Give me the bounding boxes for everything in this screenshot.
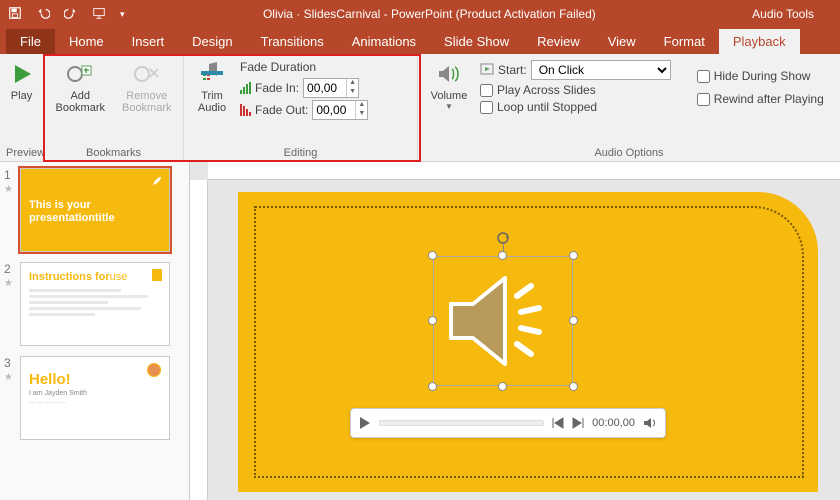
volume-label: Volume [431, 90, 468, 102]
spinner-down-icon[interactable]: ▼ [355, 110, 367, 119]
slide-thumbnails-pane: 1 ★ This is yourpresentationtitle 2 ★ Inst… [0, 162, 190, 500]
group-editing-label: Editing [190, 145, 411, 159]
tab-slideshow[interactable]: Slide Show [430, 29, 523, 54]
contextual-tab-label: Audio Tools [732, 7, 834, 21]
animation-star-icon: ★ [4, 184, 16, 195]
slide-thumbnail-2[interactable]: Instructions foruse [20, 262, 170, 346]
group-audio-options-label: Audio Options [424, 145, 834, 159]
trim-audio-label: Trim Audio [198, 90, 226, 114]
start-slideshow-icon[interactable] [90, 4, 108, 25]
player-next-button[interactable] [572, 417, 584, 429]
animation-star-icon: ★ [4, 372, 16, 383]
tab-playback[interactable]: Playback [719, 29, 800, 54]
add-bookmark-button[interactable]: Add Bookmark [50, 58, 111, 116]
spinner-up-icon[interactable]: ▲ [346, 79, 358, 88]
slide-thumbnail-3[interactable]: Hello! I am Jayden Smith — — — — — [20, 356, 170, 440]
player-prev-button[interactable] [552, 417, 564, 429]
document-icon [149, 267, 165, 283]
player-volume-icon[interactable] [643, 417, 657, 429]
tab-transitions[interactable]: Transitions [247, 29, 338, 54]
rotate-handle-icon[interactable] [497, 232, 509, 244]
fade-duration-label: Fade Duration [240, 60, 368, 74]
tab-home[interactable]: Home [55, 29, 118, 54]
tab-design[interactable]: Design [178, 29, 246, 54]
quick-access-toolbar: ▾ [6, 4, 127, 25]
thumb-number: 1 [4, 168, 16, 182]
fade-in-value[interactable] [304, 81, 346, 95]
fade-out-label: Fade Out: [255, 103, 308, 117]
trim-audio-icon [199, 62, 225, 86]
qat-dropdown-icon[interactable]: ▾ [118, 7, 127, 22]
title-bar: ▾ Olivia · SlidesCarnival - PowerPoint (… [0, 0, 840, 28]
slide-canvas[interactable]: 00:00,00 [190, 162, 840, 500]
workarea: 1 ★ This is yourpresentationtitle 2 ★ Inst… [0, 162, 840, 500]
play-icon [11, 63, 33, 85]
hide-during-show-checkbox[interactable]: Hide During Show [697, 69, 824, 83]
start-select[interactable]: On Click [531, 60, 671, 80]
fade-out-icon [240, 104, 251, 116]
fade-out-value[interactable] [313, 103, 355, 117]
ribbon: Play Preview Add Bookmark Remove Bookmar… [0, 54, 840, 162]
window-title: Olivia · SlidesCarnival - PowerPoint (Pr… [127, 7, 733, 21]
player-time: 00:00,00 [592, 417, 635, 429]
audio-player-bar: 00:00,00 [350, 408, 666, 438]
resize-handle[interactable] [569, 251, 578, 260]
current-slide[interactable]: 00:00,00 [238, 192, 818, 492]
tab-file[interactable]: File [6, 29, 55, 54]
resize-handle[interactable] [498, 382, 507, 391]
resize-handle[interactable] [428, 251, 437, 260]
player-play-button[interactable] [359, 416, 371, 430]
undo-icon[interactable] [34, 4, 52, 25]
volume-button[interactable]: Volume ▼ [424, 58, 474, 113]
loop-until-stopped-checkbox[interactable]: Loop until Stopped [480, 100, 671, 114]
player-seek-track[interactable] [379, 420, 544, 426]
fade-in-label: Fade In: [255, 81, 299, 95]
volume-icon [437, 63, 461, 85]
resize-handle[interactable] [569, 316, 578, 325]
tab-insert[interactable]: Insert [118, 29, 179, 54]
play-label: Play [11, 90, 32, 102]
add-bookmark-icon [67, 63, 93, 85]
resize-handle[interactable] [428, 382, 437, 391]
remove-bookmark-icon [134, 63, 160, 85]
tab-animations[interactable]: Animations [338, 29, 430, 54]
thumb-number: 3 [4, 356, 16, 370]
ribbon-tabs: File Home Insert Design Transitions Anim… [0, 28, 840, 54]
speaker-icon [441, 262, 565, 380]
spinner-up-icon[interactable]: ▲ [355, 101, 367, 110]
start-label: Start: [498, 63, 527, 77]
tab-format[interactable]: Format [650, 29, 719, 54]
tab-view[interactable]: View [594, 29, 650, 54]
remove-bookmark-button[interactable]: Remove Bookmark [117, 58, 178, 116]
rewind-after-playing-checkbox[interactable]: Rewind after Playing [697, 92, 824, 106]
tab-review[interactable]: Review [523, 29, 594, 54]
save-icon[interactable] [6, 4, 24, 25]
fade-out-input[interactable]: ▲▼ [312, 100, 368, 120]
play-across-slides-checkbox[interactable]: Play Across Slides [480, 83, 671, 97]
start-icon [480, 63, 494, 77]
slide-thumbnail-1[interactable]: This is yourpresentationtitle [20, 168, 170, 252]
resize-handle[interactable] [498, 251, 507, 260]
trim-audio-button[interactable]: Trim Audio [190, 58, 234, 116]
avatar-icon [147, 363, 161, 377]
resize-handle[interactable] [428, 316, 437, 325]
spinner-down-icon[interactable]: ▼ [346, 88, 358, 97]
chevron-down-icon: ▼ [445, 102, 453, 111]
fade-in-icon [240, 82, 251, 94]
vertical-ruler [190, 180, 208, 500]
rocket-icon [149, 173, 165, 189]
horizontal-ruler [208, 162, 840, 180]
resize-handle[interactable] [569, 382, 578, 391]
redo-icon[interactable] [62, 4, 80, 25]
add-bookmark-label: Add Bookmark [55, 90, 105, 114]
group-bookmarks-label: Bookmarks [50, 145, 177, 159]
thumb-number: 2 [4, 262, 16, 276]
fade-in-input[interactable]: ▲▼ [303, 78, 359, 98]
play-button[interactable]: Play [6, 58, 37, 104]
animation-star-icon: ★ [4, 278, 16, 289]
group-preview-label: Preview [6, 145, 37, 159]
remove-bookmark-label: Remove Bookmark [122, 90, 172, 114]
audio-object[interactable] [433, 256, 573, 386]
